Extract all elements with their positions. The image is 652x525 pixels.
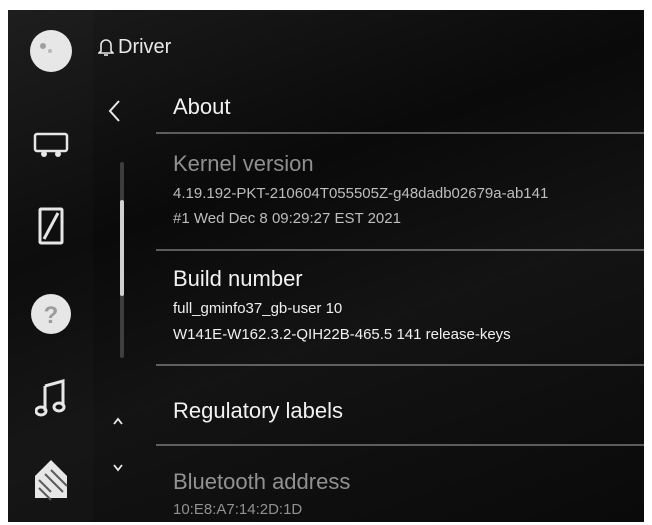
bell-icon — [98, 39, 114, 56]
bluetooth-address-title: Bluetooth address — [173, 469, 351, 494]
profile-icon — [29, 30, 72, 72]
car-icon — [33, 132, 68, 157]
sidebar-item-home[interactable] — [8, 456, 93, 502]
kernel-version-line1: 4.19.192-PKT-210604T055505Z-g48dadb02679… — [173, 185, 549, 202]
chevron-left-icon[interactable] — [106, 98, 122, 124]
phone-icon — [38, 207, 63, 245]
chevron-down-icon[interactable] — [111, 462, 125, 474]
help-icon: ? — [30, 294, 71, 334]
infotainment-screen: ? Driver About Kernel version 4.19.192-P… — [8, 10, 644, 522]
divider — [156, 444, 644, 446]
sidebar-item-vehicle[interactable] — [8, 130, 93, 160]
regulatory-labels-item[interactable]: Regulatory labels — [173, 398, 343, 424]
sidebar: ? — [8, 10, 93, 522]
chevron-up-icon[interactable] — [111, 415, 125, 427]
divider — [156, 364, 644, 366]
bluetooth-address-value: 10:E8:A7:14:2D:1D — [173, 501, 303, 518]
scrollbar-thumb[interactable] — [120, 200, 124, 296]
build-number-title: Build number — [173, 266, 303, 291]
page-title: About — [173, 94, 231, 119]
sidebar-item-help[interactable]: ? — [8, 292, 93, 336]
sidebar-item-phone[interactable] — [8, 206, 93, 246]
kernel-version-title: Kernel version — [173, 151, 314, 176]
divider — [156, 132, 644, 134]
svg-text:?: ? — [43, 302, 58, 329]
sidebar-item-media[interactable] — [8, 378, 93, 418]
build-number-line2: W141E-W162.3.2-QIH22B-465.5 141 release-… — [173, 326, 511, 343]
home-icon — [34, 460, 68, 501]
kernel-version-line2: #1 Wed Dec 8 09:29:27 EST 2021 — [173, 210, 401, 227]
build-number-line1: full_gminfo37_gb-user 10 — [173, 300, 343, 317]
sidebar-item-profile[interactable] — [8, 28, 93, 74]
divider — [156, 249, 644, 251]
music-note-icon — [34, 379, 65, 417]
driver-title[interactable]: Driver — [118, 36, 171, 59]
